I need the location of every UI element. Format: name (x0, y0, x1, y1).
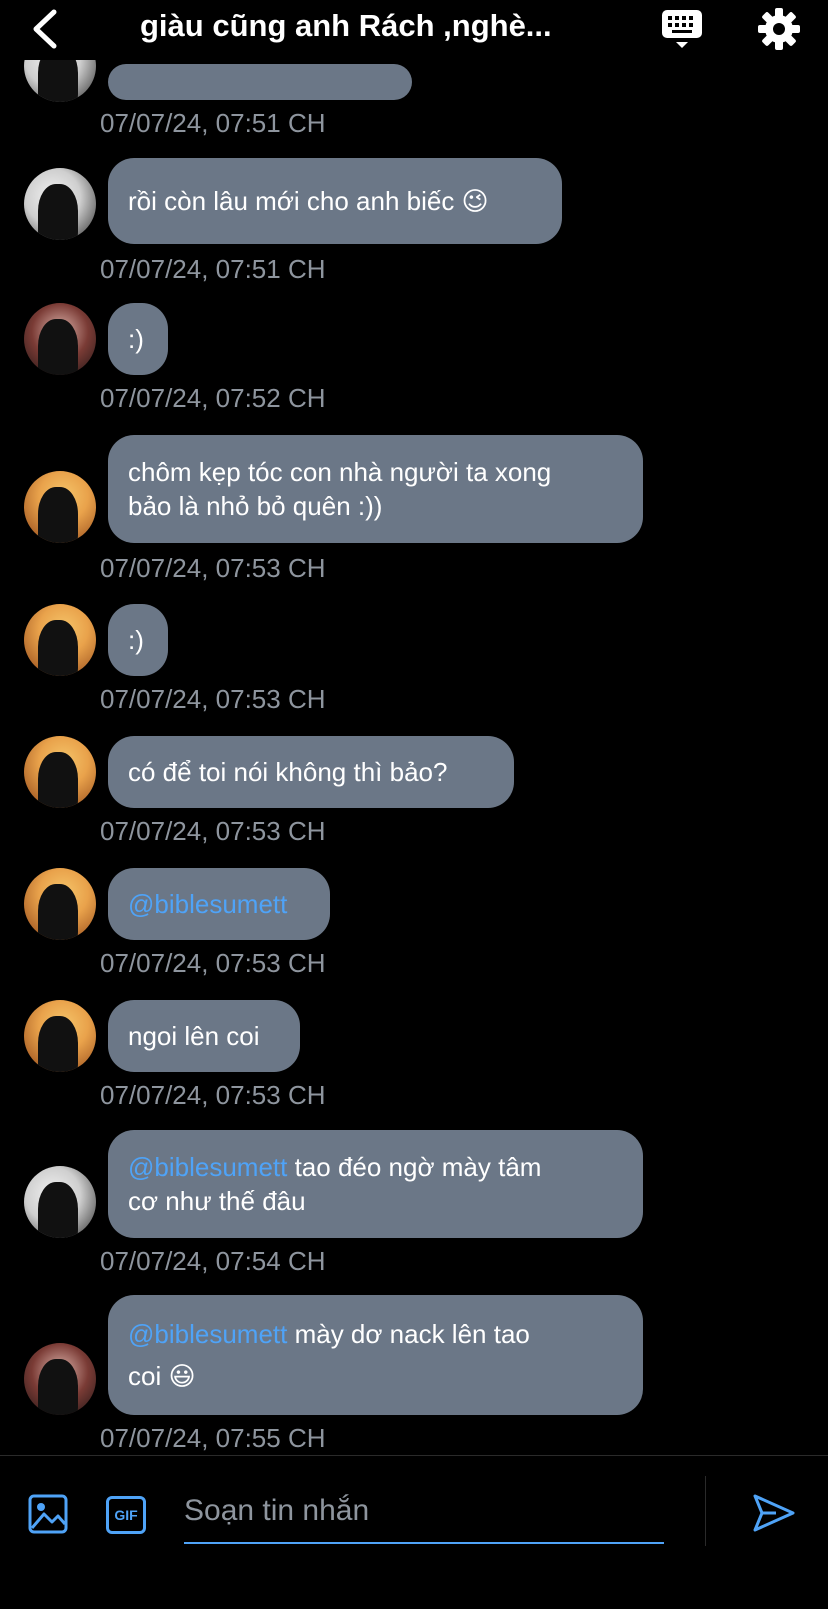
mention-link[interactable]: @biblesumett (128, 889, 287, 919)
message-bubble[interactable]: @biblesumett mày dơ nack lên tao coi 😃 (108, 1295, 643, 1415)
avatar[interactable] (24, 1343, 96, 1415)
gif-icon: GIF (114, 1507, 138, 1523)
send-button[interactable] (752, 1492, 796, 1534)
chevron-left-icon (33, 9, 57, 49)
avatar[interactable] (24, 471, 96, 543)
timestamp: 07/07/24, 07:51 CH (100, 254, 326, 284)
mention-link[interactable]: @biblesumett (128, 1152, 287, 1182)
message-bubble[interactable]: :) (108, 303, 168, 375)
keyboard-icon (662, 10, 702, 48)
settings-button[interactable] (756, 6, 802, 52)
message-text: có để toi nói không thì bảo? (128, 757, 448, 787)
avatar[interactable] (24, 168, 96, 240)
message-text: ngoi lên coi (128, 1021, 260, 1051)
message-text: :) (128, 324, 144, 354)
avatar[interactable] (24, 1000, 96, 1072)
avatar[interactable] (24, 868, 96, 940)
timestamp: 07/07/24, 07:55 CH (100, 1423, 326, 1453)
conversation-title: giàu cũng anh Rách ,nghè... (140, 8, 552, 43)
back-button[interactable] (26, 6, 66, 52)
avatar[interactable] (24, 303, 96, 375)
divider (705, 1476, 706, 1546)
message-text: :) (128, 625, 144, 655)
message-text-line: chôm kẹp tóc con nhà người ta xong (128, 457, 552, 487)
timestamp: 07/07/24, 07:52 CH (100, 383, 326, 413)
message-text-line: coi 😃 (128, 1361, 196, 1391)
timestamp: 07/07/24, 07:53 CH (100, 684, 326, 714)
gif-button[interactable]: GIF (106, 1496, 146, 1534)
send-icon (753, 1494, 795, 1532)
message-text: tao đéo ngờ mày tâm (287, 1152, 542, 1182)
keyboard-button[interactable] (660, 8, 704, 50)
timestamp: 07/07/24, 07:53 CH (100, 1080, 326, 1110)
message-bubble[interactable]: có để toi nói không thì bảo? (108, 736, 514, 808)
timestamp: 07/07/24, 07:53 CH (100, 816, 326, 846)
mention-link[interactable]: @biblesumett (128, 1319, 287, 1349)
message-text: rồi còn lâu mới cho anh biếc 😉 (128, 186, 489, 216)
message-composer: GIF (0, 1455, 828, 1609)
message-bubble[interactable] (108, 64, 412, 100)
timestamp: 07/07/24, 07:53 CH (100, 948, 326, 978)
avatar[interactable] (24, 1166, 96, 1238)
message-text: mày dơ nack lên tao (287, 1319, 530, 1349)
avatar[interactable] (24, 736, 96, 808)
timestamp: 07/07/24, 07:51 CH (100, 108, 326, 138)
message-bubble[interactable]: :) (108, 604, 168, 676)
attach-image-button[interactable] (28, 1494, 68, 1534)
message-bubble[interactable]: @biblesumett tao đéo ngờ mày tâm cơ như … (108, 1130, 643, 1238)
message-text-line: cơ như thế đâu (128, 1186, 306, 1216)
avatar[interactable] (24, 604, 96, 676)
message-bubble[interactable]: ngoi lên coi (108, 1000, 300, 1072)
image-icon (28, 1494, 68, 1534)
top-bar: giàu cũng anh Rách ,nghè... (0, 0, 828, 60)
gear-icon (758, 8, 800, 50)
message-input[interactable] (184, 1480, 664, 1544)
message-bubble[interactable]: chôm kẹp tóc con nhà người ta xong bảo l… (108, 435, 643, 543)
message-bubble[interactable]: @biblesumett (108, 868, 330, 940)
timestamp: 07/07/24, 07:54 CH (100, 1246, 326, 1276)
timestamp: 07/07/24, 07:53 CH (100, 553, 326, 583)
message-bubble[interactable]: rồi còn lâu mới cho anh biếc 😉 (108, 158, 562, 244)
message-text-line: bảo là nhỏ bỏ quên :)) (128, 491, 383, 521)
